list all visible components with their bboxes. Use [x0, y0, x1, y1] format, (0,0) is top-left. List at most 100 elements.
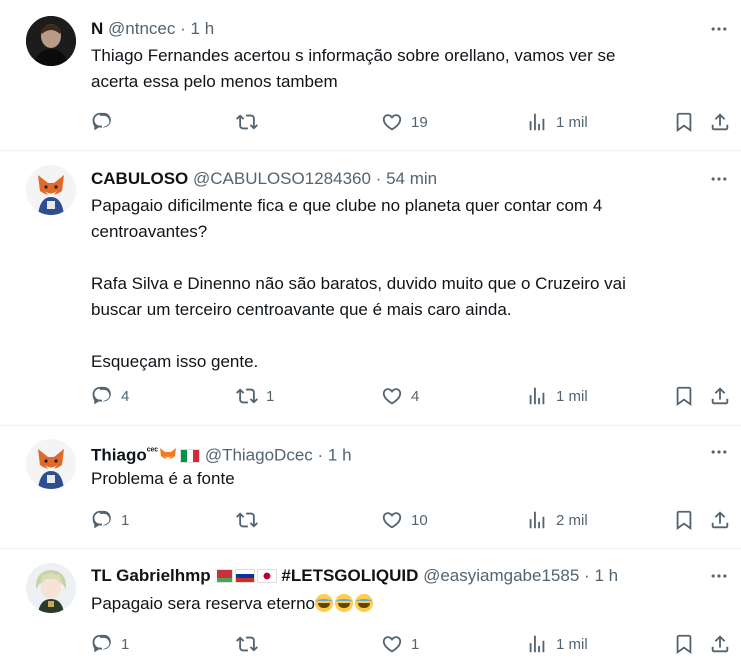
more-button[interactable]: [707, 440, 731, 464]
timestamp[interactable]: 1 h: [594, 566, 618, 585]
tweet-line: [91, 245, 711, 271]
views-button[interactable]: 1 mil: [526, 383, 588, 409]
user-handle[interactable]: @CABULOSO1284360: [193, 169, 371, 188]
tweet-line: [91, 323, 711, 349]
like-count: 4: [411, 387, 420, 405]
avatar-fox: [26, 439, 76, 489]
tears-of-joy-emoji-icon: [354, 594, 373, 612]
display-name[interactable]: Thiago: [91, 446, 147, 465]
share-button[interactable]: [709, 631, 731, 657]
views-button[interactable]: 1 mil: [526, 631, 588, 657]
retweet-button[interactable]: [236, 109, 266, 135]
separator-dot: ·: [317, 445, 324, 465]
reply-count: 4: [121, 387, 130, 405]
tweet-line: Papagaio sera reserva eterno: [91, 591, 711, 617]
display-name[interactable]: CABULOSO: [91, 169, 188, 188]
tweet[interactable]: CABULOSO @CABULOSO1284360 · 54 min Papag…: [0, 151, 741, 426]
tweet[interactable]: Thiagoᶜᵉᶜ @ThiagoDcec · 1 h Problema é a…: [0, 426, 741, 549]
more-button[interactable]: [707, 564, 731, 588]
avatar[interactable]: [26, 16, 76, 66]
japan-flag-icon: [256, 569, 277, 583]
belarus-flag-icon: [212, 569, 233, 583]
reply-icon: [91, 509, 113, 531]
tweet-line: Problema é a fonte: [91, 469, 235, 488]
action-bar: 4 1 4 1 mil: [91, 383, 741, 409]
share-button[interactable]: [709, 109, 731, 135]
tweet-line-text: Papagaio sera reserva eterno: [91, 594, 315, 613]
share-icon: [709, 633, 731, 655]
timestamp[interactable]: 1 h: [328, 446, 352, 465]
tweet-text: Problema é a fonte: [91, 466, 711, 492]
tweet-line: acerta essa pelo menos tambem: [91, 72, 338, 91]
tweet-line: centroavantes?: [91, 222, 208, 241]
avatar[interactable]: [26, 165, 76, 215]
tweet[interactable]: TL Gabrielhmp #LETSGOLIQUID @easyiamgabe…: [0, 549, 741, 658]
bookmark-icon: [673, 633, 695, 655]
timestamp[interactable]: 54 min: [386, 169, 437, 188]
bookmark-button[interactable]: [673, 631, 695, 657]
reply-button[interactable]: [91, 109, 121, 135]
view-count: 1 mil: [556, 387, 588, 405]
view-count: 1 mil: [556, 113, 588, 131]
avatar-photo: [26, 16, 76, 66]
share-icon: [709, 385, 731, 407]
reply-count: 1: [121, 635, 130, 653]
fox-emoji-icon: [160, 447, 177, 461]
display-name[interactable]: N: [91, 19, 103, 38]
views-icon: [526, 385, 548, 407]
bookmark-button[interactable]: [673, 383, 695, 409]
like-count: 19: [411, 113, 428, 131]
avatar[interactable]: [26, 563, 76, 613]
tweet-text: Thiago Fernandes acertou s informação so…: [91, 43, 711, 95]
like-button[interactable]: 4: [381, 383, 419, 409]
like-icon: [381, 111, 403, 133]
share-button[interactable]: [709, 383, 731, 409]
tweet[interactable]: N @ntncec · 1 h Thiago Fernandes acertou…: [0, 0, 741, 151]
separator-dot: ·: [375, 169, 382, 188]
bookmark-icon: [673, 385, 695, 407]
tweet-header: Thiagoᶜᵉᶜ @ThiagoDcec · 1 h: [91, 441, 352, 467]
user-handle[interactable]: @easyiamgabe1585: [423, 566, 579, 585]
views-button[interactable]: 2 mil: [526, 507, 588, 533]
share-icon: [709, 509, 731, 531]
bookmark-button[interactable]: [673, 507, 695, 533]
view-count: 1 mil: [556, 635, 588, 653]
like-icon: [381, 633, 403, 655]
tweet-header: N @ntncec · 1 h: [91, 18, 214, 40]
retweet-icon: [236, 385, 258, 407]
tweet-line: Rafa Silva e Dinenno não são baratos, du…: [91, 274, 626, 293]
reply-button[interactable]: 1: [91, 507, 129, 533]
like-button[interactable]: 1: [381, 631, 419, 657]
separator-dot: ·: [180, 19, 186, 38]
action-bar: 1 1 1 mil: [91, 631, 741, 657]
like-button[interactable]: 19: [381, 109, 428, 135]
share-button[interactable]: [709, 507, 731, 533]
display-name-hashtag[interactable]: #LETSGOLIQUID: [281, 566, 418, 585]
more-button[interactable]: [707, 167, 731, 191]
like-button[interactable]: 10: [381, 507, 428, 533]
timestamp[interactable]: 1 h: [191, 19, 215, 38]
tweet-line: Papagaio dificilmente fica e que clube n…: [91, 196, 603, 215]
separator-dot: ·: [584, 566, 590, 585]
retweet-count: 1: [266, 387, 275, 405]
bookmark-button[interactable]: [673, 109, 695, 135]
user-handle[interactable]: @ThiagoDcec: [205, 446, 313, 465]
display-name[interactable]: TL Gabrielhmp: [91, 566, 211, 585]
avatar[interactable]: [26, 439, 76, 489]
retweet-button[interactable]: [236, 507, 266, 533]
italy-flag-icon: [180, 448, 201, 463]
more-icon: [709, 169, 729, 189]
tweet-line: buscar um terceiro centroavante que é ma…: [91, 300, 512, 319]
retweet-button[interactable]: [236, 631, 266, 657]
user-handle[interactable]: @ntncec: [108, 19, 175, 38]
views-button[interactable]: 1 mil: [526, 109, 588, 135]
reply-icon: [91, 633, 113, 655]
tweet-line: Esqueçam isso gente.: [91, 352, 259, 371]
more-button[interactable]: [707, 17, 731, 41]
reply-button[interactable]: 4: [91, 383, 129, 409]
retweet-icon: [236, 633, 258, 655]
retweet-button[interactable]: 1: [236, 383, 274, 409]
reply-count: 1: [121, 511, 130, 529]
reply-button[interactable]: 1: [91, 631, 129, 657]
like-icon: [381, 385, 403, 407]
